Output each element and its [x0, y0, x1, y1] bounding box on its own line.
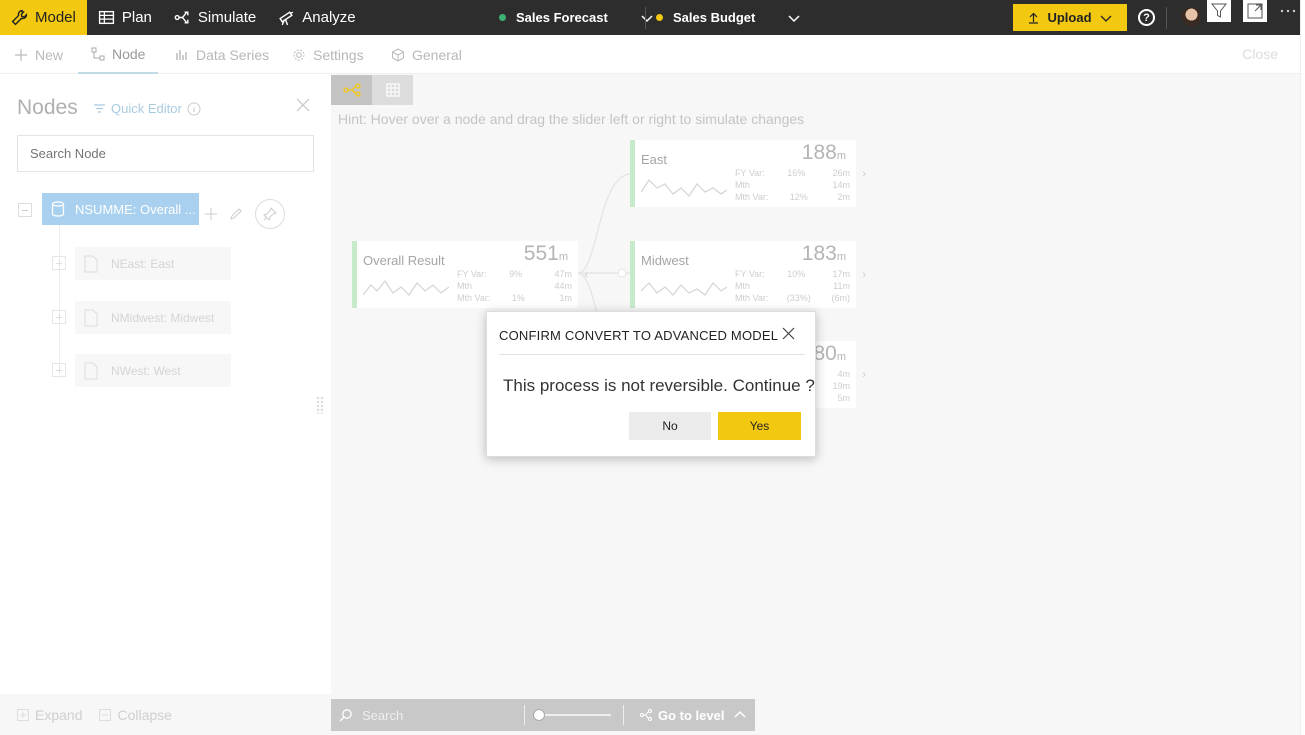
- table-icon: [98, 10, 114, 25]
- tab-model[interactable]: Model: [0, 0, 87, 35]
- top-toolbar: Model Plan Simulate Analyze Sales Foreca…: [0, 0, 1300, 35]
- status-dot-icon: [656, 14, 663, 21]
- divider: [1166, 7, 1167, 29]
- upload-label: Upload: [1047, 10, 1092, 25]
- dialog-message: This process is not reversible. Continue…: [503, 376, 815, 395]
- upload-button[interactable]: Upload: [1013, 4, 1127, 31]
- branch-icon: [174, 11, 189, 24]
- scenario-sales-forecast-label: Sales Forecast: [516, 10, 608, 25]
- scenario-sales-forecast[interactable]: Sales Forecast: [499, 0, 654, 35]
- telescope-icon: [279, 11, 294, 26]
- expand-icon[interactable]: [1243, 0, 1267, 22]
- divider: [645, 7, 646, 29]
- scenario-sales-budget[interactable]: Sales Budget: [656, 0, 801, 35]
- confirm-dialog: CONFIRM CONVERT TO ADVANCED MODEL This p…: [486, 311, 816, 457]
- dialog-title: CONFIRM CONVERT TO ADVANCED MODEL: [499, 328, 779, 343]
- tab-plan[interactable]: Plan: [87, 0, 163, 35]
- more-options-icon[interactable]: [1276, 0, 1300, 22]
- status-dot-icon: [499, 14, 506, 21]
- tab-analyze-label: Analyze: [302, 9, 356, 26]
- wrench-icon: [11, 9, 28, 26]
- tab-simulate-label: Simulate: [197, 9, 257, 26]
- scenario-sales-budget-label: Sales Budget: [673, 10, 756, 25]
- chevron-down-icon[interactable]: [640, 11, 654, 25]
- no-button[interactable]: No: [629, 412, 711, 440]
- divider: [499, 354, 805, 355]
- avatar[interactable]: [1182, 7, 1201, 26]
- chevron-down-icon[interactable]: [787, 11, 801, 25]
- close-icon[interactable]: [782, 327, 795, 340]
- tab-model-label: Model: [35, 9, 76, 26]
- chevron-down-icon: [1100, 15, 1111, 22]
- tab-simulate[interactable]: Simulate: [163, 0, 267, 35]
- tab-analyze[interactable]: Analyze: [267, 0, 366, 35]
- upload-arrow-icon: [1029, 12, 1039, 24]
- tab-plan-label: Plan: [121, 9, 152, 26]
- yes-button[interactable]: Yes: [718, 412, 801, 440]
- help-icon[interactable]: ?: [1138, 9, 1155, 26]
- filter-icon[interactable]: [1207, 0, 1231, 22]
- scrollbar[interactable]: [1300, 0, 1305, 735]
